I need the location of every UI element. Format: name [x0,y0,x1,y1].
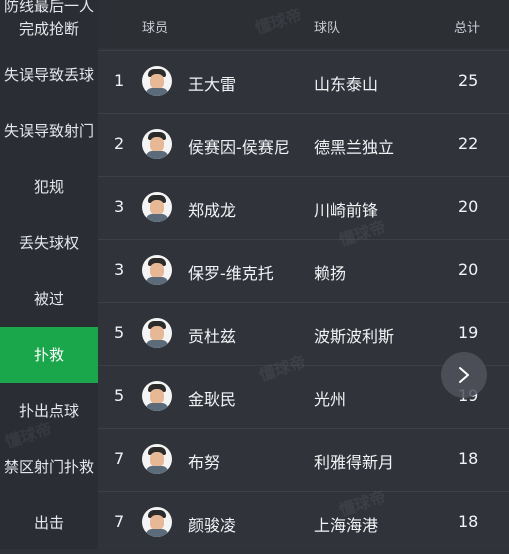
total-value: 20 [458,260,479,279]
sidebar-item-fouls[interactable]: 犯规 [0,158,98,216]
next-page-button[interactable] [441,352,487,398]
player-avatar-icon [142,255,172,285]
sidebar-item-possession-lost[interactable]: 丢失球权 [0,214,98,272]
player-avatar-icon [142,318,172,348]
total-value: 19 [458,323,479,342]
player-avatar-icon [142,129,172,159]
team-name[interactable]: 赖扬 [314,260,346,284]
category-sidebar: 防线最后一人 完成抢断 失误导致丢球 失误导致射门 犯规 丢失球权 被过 扑救 … [0,0,98,549]
table-row[interactable]: 3 保罗-维克托 赖扬 20 [98,239,509,302]
team-name[interactable]: 德黑兰独立 [314,134,394,158]
rank: 5 [114,323,125,342]
rank: 7 [114,512,125,531]
column-header-team: 球队 [314,21,341,36]
chevron-right-icon [459,367,469,383]
table-row[interactable]: 7 颜骏凌 上海海港 18 [98,491,509,554]
player-avatar-icon [142,507,172,537]
player-avatar-icon [142,192,172,222]
player-avatar-icon [142,381,172,411]
player-name[interactable]: 郑成龙 [188,197,236,221]
sidebar-item-dribbled-past[interactable]: 被过 [0,270,98,328]
table-row[interactable]: 7 布努 利雅得新月 18 [98,428,509,491]
player-name[interactable]: 贡杜兹 [188,323,236,347]
player-name[interactable]: 侯赛因-侯赛尼 [188,134,290,158]
rank: 7 [114,449,125,468]
player-name[interactable]: 颜骏凌 [188,512,236,536]
team-name[interactable]: 光州 [314,386,346,410]
column-header-player: 球员 [142,21,169,36]
table-row[interactable]: 1 王大雷 山东泰山 25 [98,50,509,113]
player-name[interactable]: 金耿民 [188,386,236,410]
player-avatar-icon [142,444,172,474]
sidebar-item-error-led-to-goal[interactable]: 失误导致丢球 [0,44,98,106]
team-name[interactable]: 波斯波利斯 [314,323,394,347]
team-name[interactable]: 山东泰山 [314,71,378,95]
total-value: 20 [458,197,479,216]
table-row[interactable]: 2 侯赛因-侯赛尼 德黑兰独立 22 [98,113,509,176]
sidebar-item-tackles-won[interactable]: 完成抢断 [0,14,98,44]
team-name[interactable]: 利雅得新月 [314,449,394,473]
rank: 1 [114,71,125,90]
rank: 3 [114,197,125,216]
rank: 2 [114,134,125,153]
sidebar-item-sweeper-runs[interactable]: 出击 [0,495,98,551]
sidebar-item-error-led-to-shot[interactable]: 失误导致射门 [0,106,98,156]
player-name[interactable]: 保罗-维克托 [188,260,274,284]
total-value: 22 [458,134,479,153]
rank: 5 [114,386,125,405]
sidebar-item-saves[interactable]: 扑救 [0,327,98,383]
player-name[interactable]: 王大雷 [188,71,236,95]
rank: 3 [114,260,125,279]
ranking-table: 球员 球队 总计 1 王大雷 山东泰山 25 2 侯赛因-侯赛尼 德黑兰独立 2… [98,0,509,549]
total-value: 18 [458,512,479,531]
table-row[interactable]: 3 郑成龙 川崎前锋 20 [98,176,509,239]
player-avatar-icon [142,66,172,96]
player-name[interactable]: 布努 [188,449,220,473]
total-value: 25 [458,71,479,90]
total-value: 18 [458,449,479,468]
column-header-total: 总计 [454,21,481,36]
